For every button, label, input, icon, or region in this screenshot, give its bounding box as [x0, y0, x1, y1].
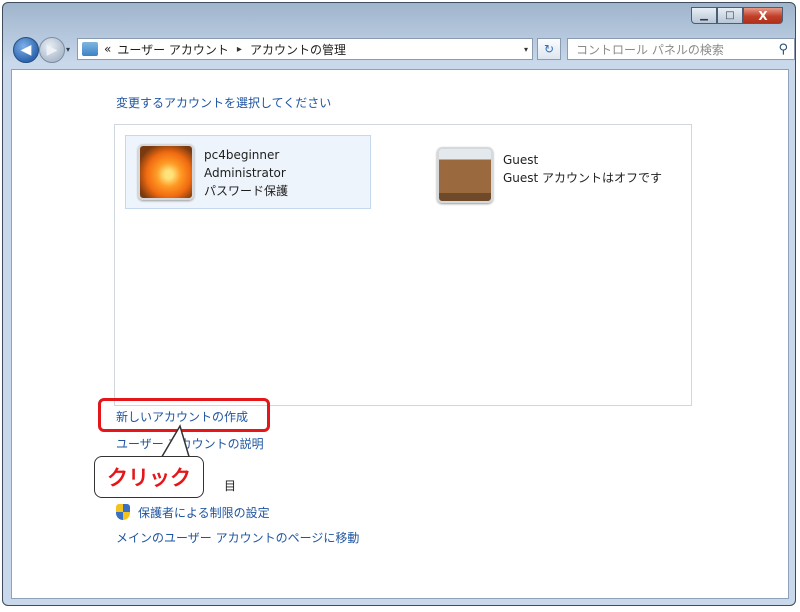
account-type: Guest アカウントはオフです	[503, 171, 663, 185]
address-prefix[interactable]: «	[104, 42, 111, 56]
content-area: 変更するアカウントを選択してください pc4beginner Administr…	[11, 69, 789, 599]
account-tile-guest[interactable]: Guest Guest アカウントはオフです	[425, 139, 685, 209]
account-list: pc4beginner Administrator パスワード保護 Guest …	[114, 124, 692, 406]
navigation-bar: ◀ ▶ ▾ « ユーザー アカウント ▸ アカウントの管理 ▾ ↻ コントロール…	[11, 35, 795, 65]
account-name: Guest	[503, 153, 539, 167]
caption-buttons: ▁ □ X	[691, 7, 783, 24]
recent-pages-dropdown[interactable]: ▾	[66, 45, 70, 54]
callout-tail	[159, 424, 191, 460]
suitcase-avatar-icon	[437, 147, 493, 203]
close-button[interactable]: X	[743, 7, 783, 24]
search-icon[interactable]: ⚲	[778, 42, 788, 57]
breadcrumb-user-accounts[interactable]: ユーザー アカウント	[117, 41, 229, 58]
minimize-button[interactable]: ▁	[691, 7, 717, 24]
address-bar[interactable]: « ユーザー アカウント ▸ アカウントの管理 ▾	[77, 38, 533, 60]
search-input[interactable]: コントロール パネルの検索 ⚲	[567, 38, 795, 60]
uac-shield-icon	[116, 504, 130, 520]
flower-avatar-icon	[138, 144, 194, 200]
breadcrumb-manage-accounts[interactable]: アカウントの管理	[250, 41, 346, 58]
forward-button[interactable]: ▶	[39, 37, 65, 63]
account-type: Administrator	[204, 166, 286, 180]
click-callout: クリック	[94, 456, 204, 498]
control-panel-window: ▁ □ X ◀ ▶ ▾ « ユーザー アカウント ▸ アカウントの管理 ▾ ↻ …	[2, 2, 796, 606]
section-heading-partial: 目	[224, 479, 237, 493]
refresh-button[interactable]: ↻	[537, 38, 561, 60]
main-user-accounts-link[interactable]: メインのユーザー アカウントのページに移動	[116, 529, 359, 546]
account-tile-pc4beginner[interactable]: pc4beginner Administrator パスワード保護	[125, 135, 371, 209]
address-dropdown-icon[interactable]: ▾	[524, 45, 528, 54]
maximize-button[interactable]: □	[717, 7, 743, 24]
search-placeholder: コントロール パネルの検索	[576, 42, 724, 57]
back-button[interactable]: ◀	[13, 37, 39, 63]
control-panel-icon	[82, 42, 98, 56]
page-heading: 変更するアカウントを選択してください	[116, 96, 332, 110]
breadcrumb-separator[interactable]: ▸	[237, 44, 242, 55]
parental-controls-link[interactable]: 保護者による制限の設定	[138, 504, 270, 521]
account-name: pc4beginner	[204, 148, 280, 162]
account-status: パスワード保護	[204, 184, 289, 198]
